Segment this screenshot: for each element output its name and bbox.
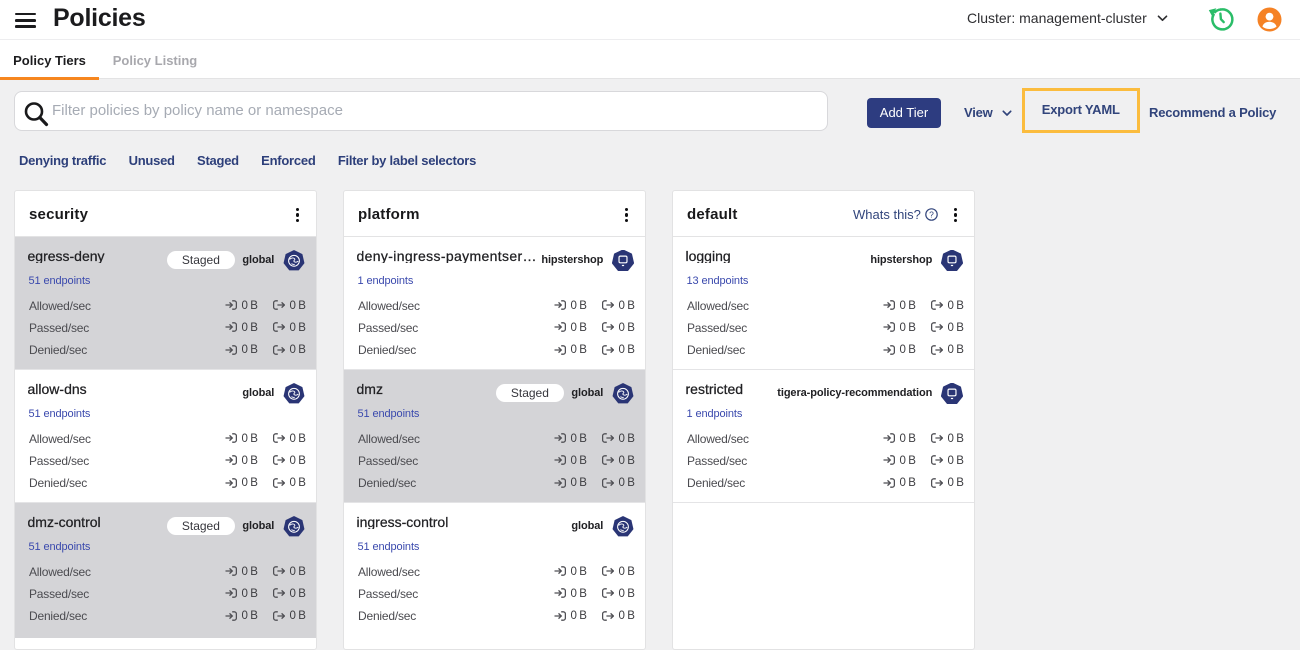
- svg-text:?: ?: [929, 209, 934, 219]
